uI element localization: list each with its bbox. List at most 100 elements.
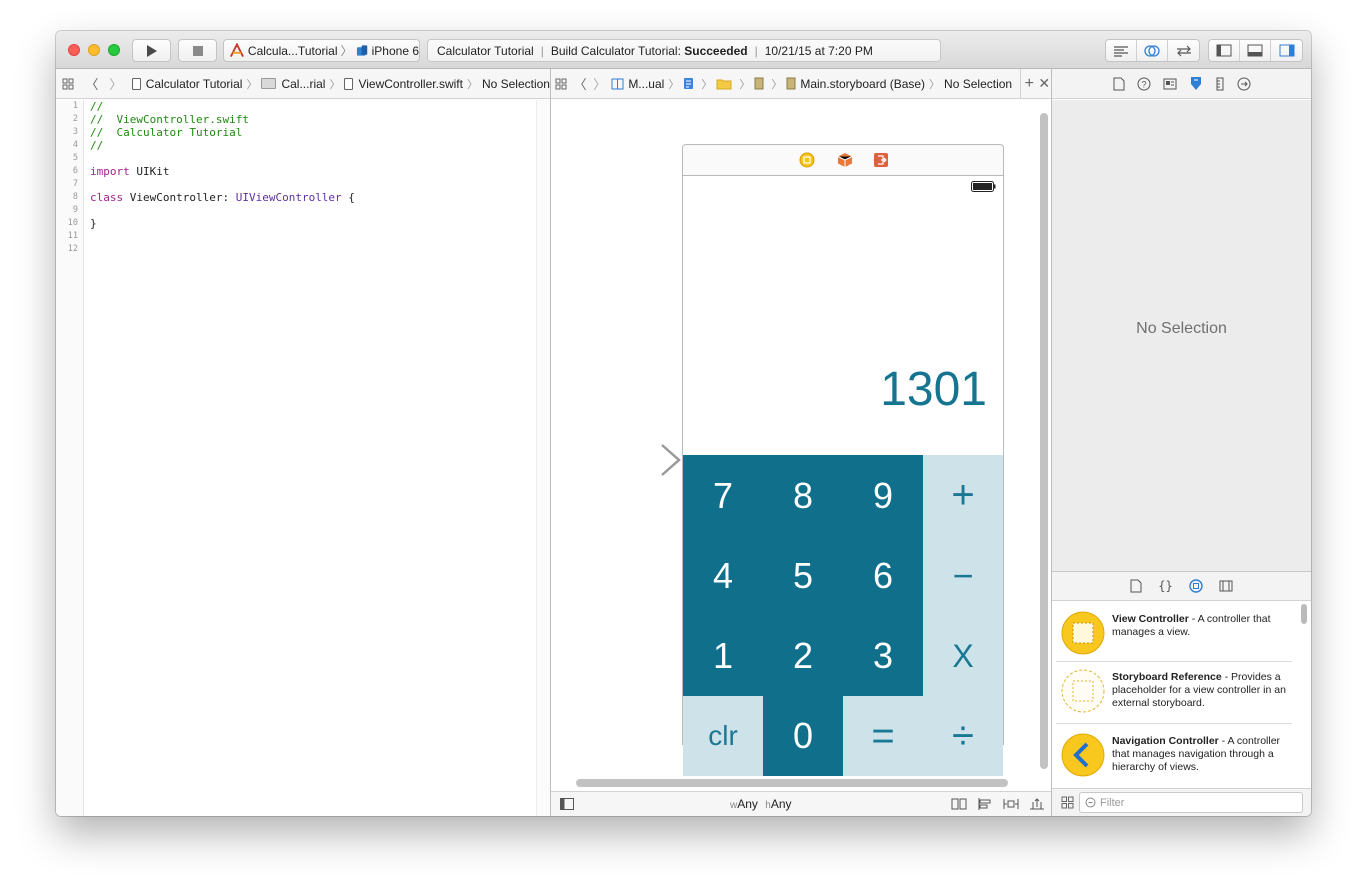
zoom-window-button[interactable] [108, 44, 120, 56]
standard-editor-button[interactable] [1106, 40, 1137, 61]
size-class-control[interactable]: wAny hAny [730, 797, 792, 811]
divide-button[interactable]: ÷ [923, 696, 1003, 776]
version-editor-button[interactable] [1168, 40, 1199, 61]
source-editor[interactable]: 1 2 3 4 5 6 7 8 9 10 11 12 // // ViewCon… [56, 100, 550, 816]
resolve-issues-icon[interactable] [1029, 798, 1045, 810]
code-snippet-library-icon[interactable]: {} [1158, 579, 1172, 593]
minimize-window-button[interactable] [88, 44, 100, 56]
grid-view-icon[interactable] [1061, 796, 1074, 809]
minus-button[interactable]: − [923, 536, 1003, 616]
toggle-navigator-button[interactable] [1209, 40, 1240, 61]
library-item-view-controller[interactable]: View Controller - A controller that mana… [1056, 604, 1292, 662]
breadcrumb-project[interactable]: Calculator Tutorial 〉 [131, 76, 262, 92]
plus-button[interactable]: + [923, 455, 1003, 536]
filter-icon [1085, 797, 1096, 808]
assistant-editor-button[interactable] [1137, 40, 1168, 61]
back-button[interactable]: 〈 [80, 74, 104, 93]
view-controller-scene[interactable]: 1301 7 8 9 + 4 5 6 − 1 2 3 X clr 0 = ÷ [682, 175, 1004, 776]
key-6[interactable]: 6 [843, 536, 923, 616]
connections-inspector-icon[interactable] [1237, 77, 1251, 91]
library-filter-input[interactable]: Filter [1079, 792, 1303, 813]
assistant-editor-icon [1144, 44, 1160, 57]
view-toggle-segment [1208, 39, 1303, 62]
code-keyword: class [90, 191, 124, 204]
exit-icon[interactable] [873, 152, 889, 168]
line-number-gutter: 1 2 3 4 5 6 7 8 9 10 11 12 [56, 100, 84, 816]
inspector-selector-bar: ? [1052, 69, 1311, 99]
stack-icon[interactable] [951, 798, 967, 810]
breadcrumb-selection[interactable]: No Selection [482, 77, 550, 91]
canvas-vertical-scrollbar[interactable] [1040, 113, 1048, 769]
close-window-button[interactable] [68, 44, 80, 56]
project-blueprint-icon [684, 78, 694, 89]
media-library-icon[interactable] [1219, 580, 1233, 592]
line-number: 3 [72, 127, 78, 137]
forward-button[interactable]: 〉 [104, 74, 128, 93]
quick-help-icon[interactable]: ? [1137, 77, 1151, 91]
attributes-inspector-icon[interactable] [1189, 76, 1203, 91]
breadcrumb-label: M...ual [628, 76, 665, 91]
chevron-left-icon: 〈 [573, 77, 587, 92]
toggle-debug-area-button[interactable] [1240, 40, 1271, 61]
library-item-title: Storyboard Reference [1112, 671, 1222, 683]
add-editor-button[interactable]: + [1021, 75, 1037, 93]
forward-button[interactable]: 〉 [590, 74, 609, 93]
breadcrumb-file[interactable]: ViewController.swift 〉 [344, 76, 481, 92]
breadcrumb-group[interactable]: Cal...rial 〉 [261, 76, 344, 92]
chevron-right-icon: 〉 [701, 78, 713, 91]
stop-button[interactable] [178, 39, 217, 62]
identity-inspector-icon[interactable] [1163, 78, 1177, 90]
folder-icon [261, 78, 277, 89]
align-icon[interactable] [977, 798, 993, 810]
editor-mode-segment [1105, 39, 1200, 62]
library-filter-bar: Filter [1052, 788, 1311, 816]
related-items-button[interactable] [551, 78, 570, 90]
breadcrumb-mode[interactable]: M...ual 〉 [611, 76, 683, 92]
close-icon: ✕ [1038, 75, 1051, 91]
library-item-navigation-controller[interactable]: Navigation Controller - A controller tha… [1056, 726, 1292, 788]
chevron-right-icon: 〉 [739, 78, 751, 91]
code-text: ViewController: [123, 191, 236, 204]
size-inspector-icon[interactable] [1215, 77, 1225, 91]
toggle-utilities-button[interactable] [1271, 40, 1302, 61]
code-line: class ViewController: UIViewController { [90, 191, 355, 204]
iphone-device-icon [356, 45, 367, 56]
file-template-library-icon[interactable] [1130, 579, 1142, 593]
library-item-storyboard-reference[interactable]: Storyboard Reference - Provides a placeh… [1056, 662, 1292, 724]
canvas-horizontal-scrollbar[interactable] [576, 779, 1008, 787]
close-editor-button[interactable]: ✕ [1038, 75, 1051, 92]
key-5[interactable]: 5 [763, 536, 843, 616]
object-library-icon[interactable] [1189, 579, 1203, 593]
view-controller-icon[interactable] [799, 152, 815, 168]
key-9[interactable]: 9 [843, 455, 923, 536]
clear-button[interactable]: clr [683, 696, 763, 776]
breadcrumb-file[interactable]: Main.storyboard (Base) 〉 [786, 76, 944, 92]
key-3[interactable]: 3 [843, 616, 923, 696]
breadcrumb-selection[interactable]: No Selection [944, 77, 1012, 91]
multiply-button[interactable]: X [923, 616, 1003, 696]
scheme-selector[interactable]: Calcula...Tutorial 〉 iPhone 6 [223, 39, 420, 62]
document-outline-icon[interactable] [560, 798, 574, 810]
breadcrumb-project[interactable]: 〉 [683, 76, 716, 92]
key-8[interactable]: 8 [763, 455, 843, 536]
code-line: import UIKit [90, 165, 170, 178]
key-1[interactable]: 1 [683, 616, 763, 696]
breadcrumb-group[interactable]: 〉 [716, 76, 754, 92]
equals-button[interactable]: = [843, 696, 923, 776]
file-inspector-icon[interactable] [1113, 77, 1125, 91]
library-item-title: Navigation Controller [1112, 735, 1219, 747]
pin-icon[interactable] [1003, 798, 1019, 810]
key-0[interactable]: 0 [763, 696, 843, 776]
breadcrumb-subgroup[interactable]: 〉 [754, 76, 786, 92]
key-2[interactable]: 2 [763, 616, 843, 696]
back-button[interactable]: 〈 [570, 74, 589, 93]
chevron-right-icon: 〉 [668, 78, 680, 91]
first-responder-icon[interactable] [837, 152, 853, 168]
related-items-button[interactable] [56, 78, 80, 90]
key-7[interactable]: 7 [683, 455, 763, 536]
run-button[interactable] [132, 39, 171, 62]
key-4[interactable]: 4 [683, 536, 763, 616]
initial-view-controller-arrow[interactable] [586, 443, 682, 477]
library-scrollbar[interactable] [1301, 604, 1307, 624]
object-library-list[interactable]: View Controller - A controller that mana… [1052, 602, 1311, 788]
